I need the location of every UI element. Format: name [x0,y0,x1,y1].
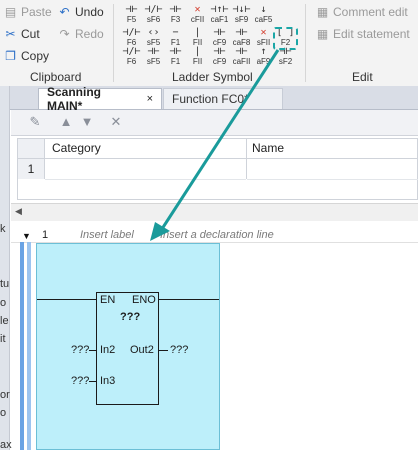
arrow-line [158,49,280,233]
annotation-arrow [150,49,280,241]
arrow-head [150,222,170,241]
